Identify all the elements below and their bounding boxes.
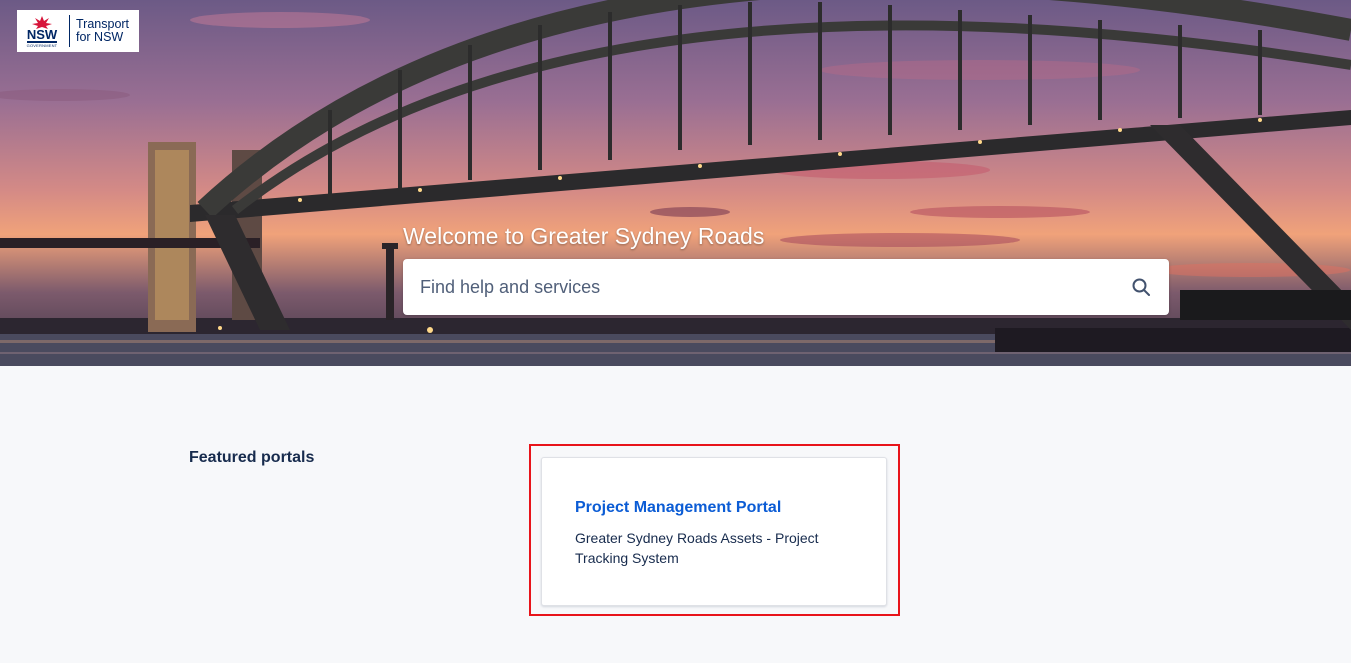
nsw-wordmark: NSW xyxy=(26,26,58,43)
search-icon xyxy=(1132,278,1150,296)
transport-wordmark: Transport for NSW xyxy=(76,18,129,44)
logo-divider xyxy=(69,15,70,47)
nsw-transport-logo[interactable]: NSW GOVERNMENT Transport for NSW xyxy=(17,10,139,52)
portal-card-description: Greater Sydney Roads Assets - Project Tr… xyxy=(575,530,819,566)
search-button[interactable] xyxy=(1113,259,1169,315)
featured-portals-heading: Featured portals xyxy=(189,449,315,466)
search-bar xyxy=(403,259,1169,315)
government-wordmark: GOVERNMENT xyxy=(26,42,58,48)
search-input[interactable] xyxy=(403,259,1113,315)
page-title: Welcome to Greater Sydney Roads xyxy=(403,223,765,249)
waratah-logo: NSW GOVERNMENT xyxy=(17,10,67,52)
hero-banner: NSW GOVERNMENT Transport for NSW Welcome… xyxy=(0,0,1351,366)
transport-line-2: for NSW xyxy=(76,30,124,44)
portal-card-title[interactable]: Project Management Portal xyxy=(575,499,781,517)
portal-card-project-management[interactable]: Project Management Portal Greater Sydney… xyxy=(541,457,887,606)
